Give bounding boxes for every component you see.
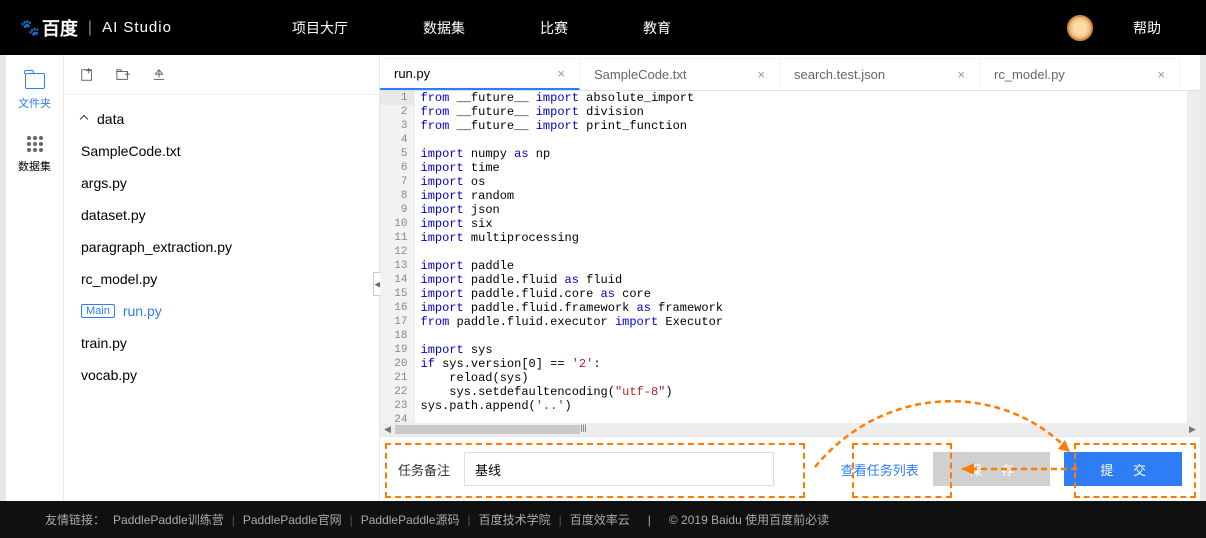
- footer-copyright: © 2019 Baidu 使用百度前必读: [669, 511, 829, 528]
- tab-samplecode[interactable]: SampleCode.txt×: [580, 58, 780, 90]
- close-icon[interactable]: ×: [1157, 67, 1165, 82]
- nav-items: 项目大厅 数据集 比赛 教育: [292, 18, 671, 38]
- tree-file-main[interactable]: Mainrun.py: [74, 295, 369, 327]
- close-icon[interactable]: ×: [757, 67, 765, 82]
- tab-run-py[interactable]: run.py×: [380, 58, 580, 90]
- left-rail: 文件夹 数据集: [6, 55, 64, 501]
- scroll-thumb[interactable]: [395, 425, 580, 434]
- tree-file[interactable]: vocab.py: [74, 359, 369, 391]
- footer-link[interactable]: PaddlePaddle官网: [243, 511, 342, 528]
- editor-tabs: run.py× SampleCode.txt× search.test.json…: [380, 55, 1200, 91]
- rail-dataset-label: 数据集: [18, 158, 51, 174]
- task-note-input[interactable]: [464, 452, 774, 486]
- new-file-icon[interactable]: [80, 68, 94, 82]
- logo-divider: |: [88, 19, 92, 37]
- tab-rc-model[interactable]: rc_model.py×: [980, 58, 1180, 90]
- tree-file[interactable]: train.py: [74, 327, 369, 359]
- rail-folder[interactable]: 文件夹: [18, 73, 51, 111]
- view-task-list-link[interactable]: 查看任务列表: [841, 460, 919, 479]
- chevron-up-icon: [80, 115, 88, 123]
- rail-folder-label: 文件夹: [18, 95, 51, 111]
- footer-link[interactable]: PaddlePaddle源码: [361, 511, 460, 528]
- tree-toolbar: [64, 55, 379, 95]
- editor-area: ◀ run.py× SampleCode.txt× search.test.js…: [380, 55, 1200, 501]
- upload-icon[interactable]: [152, 68, 166, 82]
- footer: 友情链接： PaddlePaddle训练营| PaddlePaddle官网| P…: [0, 501, 1206, 538]
- new-folder-icon[interactable]: [116, 68, 130, 82]
- tree-file[interactable]: rc_model.py: [74, 263, 369, 295]
- tree-list: data SampleCode.txt args.py dataset.py p…: [64, 95, 379, 399]
- nav-project-hall[interactable]: 项目大厅: [292, 18, 348, 38]
- logo-ai: AI Studio: [102, 19, 172, 36]
- logo-cn: 百度: [42, 15, 78, 41]
- code-editor[interactable]: 1from __future__ import absolute_import2…: [380, 91, 1200, 423]
- paw-icon: 🐾: [20, 18, 40, 38]
- nav-dataset[interactable]: 数据集: [423, 18, 465, 38]
- horizontal-scrollbar[interactable]: ◀ Ⅲ ▶: [380, 423, 1200, 436]
- task-note-label: 任务备注: [398, 460, 450, 479]
- help-button[interactable]: 帮助: [1133, 18, 1161, 38]
- close-icon[interactable]: ×: [557, 66, 565, 81]
- logo[interactable]: 🐾百度 | AI Studio: [20, 15, 172, 41]
- main-panel: 文件夹 数据集 data SampleCode.txt args.py data…: [6, 55, 1200, 501]
- tree-file[interactable]: dataset.py: [74, 199, 369, 231]
- scroll-left-icon[interactable]: ◀: [380, 424, 395, 435]
- tree-folder-data[interactable]: data: [74, 103, 369, 135]
- main-badge: Main: [81, 304, 115, 318]
- scroll-right-icon[interactable]: ▶: [1185, 424, 1200, 435]
- footer-label: 友情链接：: [45, 511, 105, 528]
- submit-button[interactable]: 提 交: [1064, 452, 1182, 486]
- vertical-scrollbar[interactable]: [1187, 91, 1200, 423]
- nav-education[interactable]: 教育: [643, 18, 671, 38]
- tree-file[interactable]: SampleCode.txt: [74, 135, 369, 167]
- grid-icon: [27, 136, 43, 152]
- tree-file[interactable]: paragraph_extraction.py: [74, 231, 369, 263]
- rail-dataset[interactable]: 数据集: [18, 136, 51, 174]
- footer-link[interactable]: 百度技术学院: [479, 511, 551, 528]
- tree-file[interactable]: args.py: [74, 167, 369, 199]
- avatar[interactable]: [1067, 15, 1093, 41]
- action-bar: 任务备注 查看任务列表 保 存 提 交: [380, 436, 1200, 501]
- close-icon[interactable]: ×: [957, 67, 965, 82]
- folder-icon: [25, 73, 45, 89]
- nav-competition[interactable]: 比赛: [540, 18, 568, 38]
- footer-link[interactable]: 百度效率云: [570, 511, 630, 528]
- save-button[interactable]: 保 存: [933, 452, 1051, 486]
- file-tree: data SampleCode.txt args.py dataset.py p…: [64, 55, 380, 501]
- tab-search-json[interactable]: search.test.json×: [780, 58, 980, 90]
- footer-link[interactable]: PaddlePaddle训练营: [113, 511, 224, 528]
- top-nav: 🐾百度 | AI Studio 项目大厅 数据集 比赛 教育 帮助: [0, 0, 1206, 55]
